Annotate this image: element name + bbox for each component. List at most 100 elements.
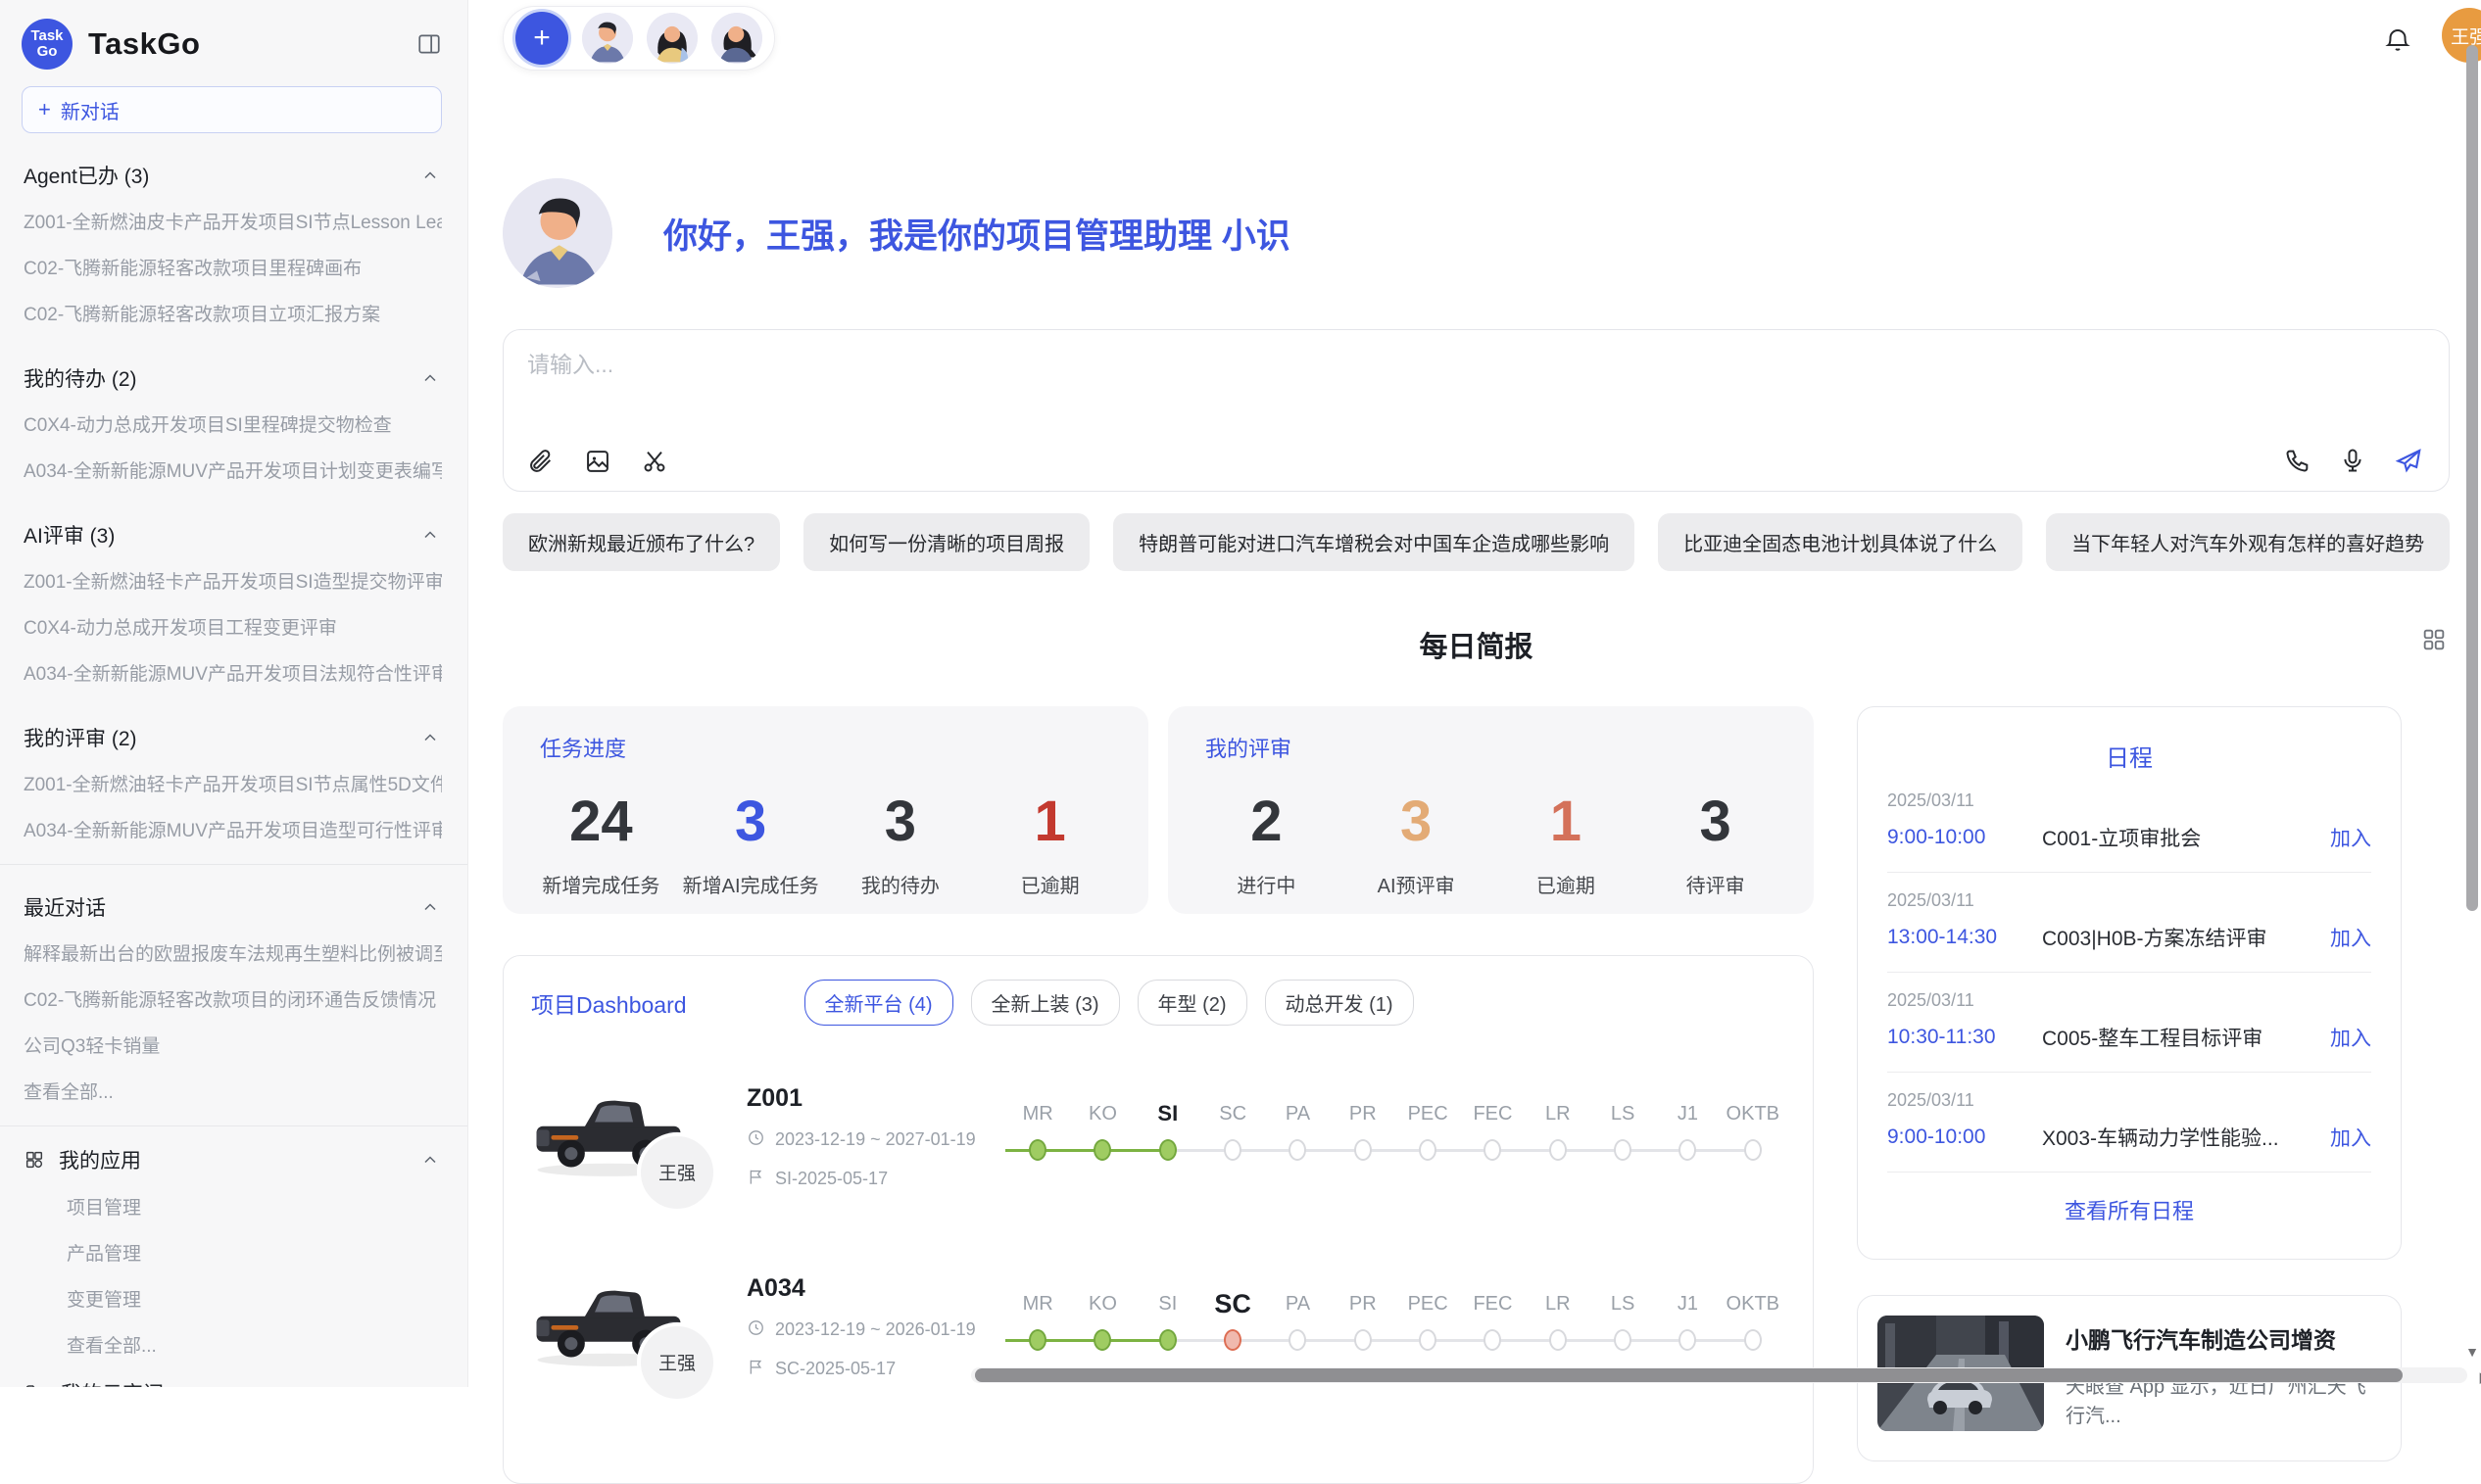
horizontal-scrollbar-thumb[interactable]: [975, 1368, 2403, 1382]
vertical-scrollbar[interactable]: ▼: [2465, 0, 2479, 1387]
sidebar-task-item[interactable]: A034-全新新能源MUV产品开发项目造型可行性评审: [22, 806, 442, 852]
sidebar-collapse-icon[interactable]: [416, 31, 442, 57]
milestone: LS: [1590, 1287, 1655, 1360]
recent-chat-item[interactable]: 解释最新出台的欧盟报废车法规再生塑料比例被调至15%...: [22, 930, 442, 976]
phone-icon[interactable]: [2284, 447, 2311, 474]
project-dates: 2023-12-19 ~ 2027-01-19: [747, 1128, 980, 1152]
app-item[interactable]: 产品管理: [22, 1229, 442, 1275]
recent-chats-section: 最近对话 解释最新出台的欧盟报废车法规再生塑料比例被调至15%...C02-飞腾…: [22, 885, 442, 1114]
chat-input[interactable]: [525, 344, 2427, 432]
sidebar-task-item[interactable]: C02-飞腾新能源轻客改款项目里程碑画布: [22, 244, 442, 290]
milestone-node[interactable]: [1419, 1139, 1436, 1161]
recent-chat-item[interactable]: C02-飞腾新能源轻客改款项目的闭环通告反馈情况: [22, 976, 442, 1022]
project-row[interactable]: [531, 1449, 1785, 1484]
milestone-node[interactable]: [1614, 1329, 1631, 1351]
sidebar-group-header[interactable]: 我的评审 (2): [22, 715, 442, 760]
milestone-node[interactable]: [1029, 1139, 1046, 1161]
scissors-icon[interactable]: [641, 448, 668, 475]
horizontal-scrollbar[interactable]: ▶: [971, 1367, 2467, 1383]
recent-chats-header[interactable]: 最近对话: [22, 885, 442, 930]
chevron-up-icon[interactable]: [420, 897, 440, 917]
sidebar-task-item[interactable]: C0X4-动力总成开发项目工程变更评审: [22, 603, 442, 649]
vertical-scrollbar-thumb[interactable]: [2466, 45, 2478, 911]
app-item[interactable]: 查看全部...: [22, 1321, 442, 1367]
sidebar-link[interactable]: 我的云空间: [22, 1367, 442, 1387]
suggestion-chip[interactable]: 特朗普可能对进口汽车增税会对中国车企造成哪些影响: [1113, 513, 1634, 571]
scroll-down-arrow-icon[interactable]: ▼: [2465, 1344, 2479, 1360]
sidebar-task-item[interactable]: Z001-全新燃油轻卡产品开发项目SI造型提交物评审: [22, 557, 442, 603]
agent-avatar[interactable]: [711, 13, 762, 64]
join-button[interactable]: 加入: [2330, 1123, 2371, 1152]
suggestion-chip[interactable]: 欧洲新规最近颁布了什么?: [503, 513, 780, 571]
suggestion-chip[interactable]: 如何写一份清晰的项目周报: [803, 513, 1090, 571]
chevron-up-icon[interactable]: [420, 368, 440, 388]
chevron-up-icon[interactable]: [420, 728, 440, 747]
milestone-node[interactable]: [1549, 1139, 1567, 1161]
view-all-schedule-link[interactable]: 查看所有日程: [1887, 1194, 2371, 1225]
milestone-node[interactable]: [1289, 1329, 1306, 1351]
milestone-label: SI: [1136, 1287, 1200, 1320]
join-button[interactable]: 加入: [2330, 1023, 2371, 1052]
recent-chat-item[interactable]: 查看全部...: [22, 1068, 442, 1114]
sidebar-group-header[interactable]: 我的待办 (2): [22, 356, 442, 401]
recent-chat-item[interactable]: 公司Q3轻卡销量: [22, 1022, 442, 1068]
milestone-node[interactable]: [1614, 1139, 1631, 1161]
sidebar-task-item[interactable]: Z001-全新燃油皮卡产品开发项目SI节点Lesson Learn报告: [22, 198, 442, 244]
milestone-node[interactable]: [1678, 1329, 1696, 1351]
chevron-up-icon[interactable]: [420, 166, 440, 185]
milestone-node[interactable]: [1289, 1139, 1306, 1161]
join-button[interactable]: 加入: [2330, 923, 2371, 952]
my-apps-header[interactable]: 我的应用: [22, 1136, 442, 1183]
filter-pill[interactable]: 年型 (2): [1138, 980, 1247, 1026]
app-item[interactable]: 变更管理: [22, 1275, 442, 1321]
milestone-node[interactable]: [1354, 1139, 1372, 1161]
milestone-label: J1: [1655, 1287, 1720, 1320]
microphone-icon[interactable]: [2339, 447, 2366, 474]
milestone-node[interactable]: [1094, 1329, 1111, 1351]
notification-bell-icon[interactable]: [2383, 25, 2412, 60]
milestone-node[interactable]: [1549, 1329, 1567, 1351]
sidebar-group-header[interactable]: Agent已办 (3): [22, 153, 442, 198]
sidebar-task-item[interactable]: A034-全新新能源MUV产品开发项目计划变更表编写: [22, 447, 442, 493]
chevron-up-icon[interactable]: [420, 1150, 440, 1170]
milestone-label: PEC: [1395, 1097, 1460, 1130]
image-icon[interactable]: [584, 448, 611, 475]
milestone-node[interactable]: [1744, 1329, 1762, 1351]
send-icon[interactable]: [2394, 446, 2423, 475]
agent-avatar[interactable]: [647, 13, 698, 64]
sidebar-task-item[interactable]: Z001-全新燃油轻卡产品开发项目SI节点属性5D文件评审: [22, 760, 442, 806]
milestone-node[interactable]: [1224, 1139, 1241, 1161]
attachment-icon[interactable]: [527, 448, 555, 475]
filter-pill[interactable]: 全新平台 (4): [804, 980, 953, 1026]
milestone-node[interactable]: [1354, 1329, 1372, 1351]
sidebar-task-item[interactable]: C0X4-动力总成开发项目SI里程碑提交物检查: [22, 401, 442, 447]
suggestion-chip[interactable]: 当下年轻人对汽车外观有怎样的喜好趋势: [2046, 513, 2450, 571]
filter-pill[interactable]: 全新上装 (3): [971, 980, 1120, 1026]
add-agent-button[interactable]: +: [515, 12, 568, 65]
milestone-node[interactable]: [1484, 1139, 1501, 1161]
filter-pill[interactable]: 动总开发 (1): [1265, 980, 1414, 1026]
milestone-node-row: [1590, 1130, 1655, 1170]
milestone-node[interactable]: [1159, 1139, 1177, 1161]
app-item[interactable]: 项目管理: [22, 1183, 442, 1229]
sidebar-task-item[interactable]: A034-全新新能源MUV产品开发项目法规符合性评审: [22, 649, 442, 695]
milestone-node[interactable]: [1744, 1139, 1762, 1161]
agent-avatar[interactable]: [582, 13, 633, 64]
flag-icon: [747, 1358, 765, 1381]
milestone-node[interactable]: [1094, 1139, 1111, 1161]
new-chat-button[interactable]: + 新对话: [22, 86, 442, 133]
sidebar-group-header[interactable]: AI评审 (3): [22, 512, 442, 557]
milestone-node[interactable]: [1484, 1329, 1501, 1351]
milestone-node[interactable]: [1419, 1329, 1436, 1351]
milestone-node[interactable]: [1678, 1139, 1696, 1161]
milestone-node[interactable]: [1029, 1329, 1046, 1351]
project-row[interactable]: 王强Z0012023-12-19 ~ 2027-01-19SI-2025-05-…: [531, 1059, 1785, 1216]
sidebar-task-item[interactable]: C02-飞腾新能源轻客改款项目立项汇报方案: [22, 290, 442, 336]
suggestion-chip[interactable]: 比亚迪全固态电池计划具体说了什么: [1658, 513, 2022, 571]
milestone: KO: [1070, 1097, 1135, 1170]
grid-layout-icon[interactable]: [2420, 626, 2448, 658]
milestone-node[interactable]: [1159, 1329, 1177, 1351]
join-button[interactable]: 加入: [2330, 823, 2371, 852]
chevron-up-icon[interactable]: [420, 525, 440, 545]
milestone-node[interactable]: [1224, 1329, 1241, 1351]
